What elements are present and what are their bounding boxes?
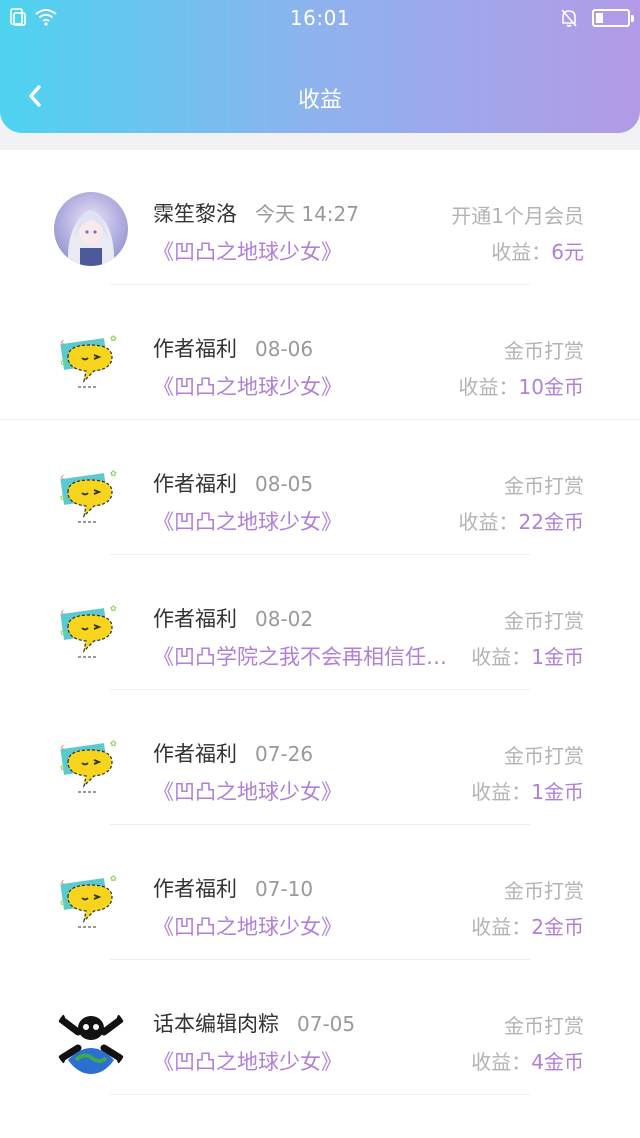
name-line: 作者福利 07-10 xyxy=(153,873,313,903)
anime-girl-avatar xyxy=(54,192,128,266)
earning-amount-line: 收益：1金币 xyxy=(471,776,584,805)
name-line: 作者福利 07-26 xyxy=(153,738,313,768)
header-bar: 16:01 收益 xyxy=(0,0,640,133)
svg-text:✕: ✕ xyxy=(58,878,65,887)
timestamp: 08-05 xyxy=(255,472,314,496)
svg-text:✿: ✿ xyxy=(110,604,117,613)
earning-type: 金币打赏 xyxy=(504,339,584,363)
earning-amount-line: 收益：2金币 xyxy=(471,911,584,940)
work-title[interactable]: 《凹凸之地球少女》 xyxy=(153,911,342,941)
earning-amount-line: 收益：22金币 xyxy=(459,506,584,535)
earning-amount: 1金币 xyxy=(531,645,584,669)
name-line: 霂笙黎洛 今天 14:27 xyxy=(153,198,359,228)
svg-text:✿: ✿ xyxy=(110,739,117,748)
list-item[interactable]: 霂笙黎洛 今天 14:27 《凹凸之地球少女》 开通1个月会员 收益：6元 xyxy=(0,150,640,285)
yellow-chat-bubble-avatar: ✿ ✕ ✿ xyxy=(54,462,128,536)
status-bar: 16:01 xyxy=(0,0,640,36)
user-name: 作者福利 xyxy=(153,877,237,901)
battery-icon xyxy=(592,9,634,27)
list-item[interactable]: ✿ ✕ ✿ 作者福利 08-05 《凹凸之地球少女》 金币打赏 收益：22金币 xyxy=(0,420,640,555)
earning-amount-line: 收益：1金币 xyxy=(471,641,584,670)
earning-amount-line: 收益：6元 xyxy=(491,236,584,265)
work-title[interactable]: 《凹凸之地球少女》 xyxy=(153,236,342,266)
svg-text:✕: ✕ xyxy=(58,338,65,347)
earning-amount: 22金币 xyxy=(518,510,584,534)
earning-amount-line: 收益：10金币 xyxy=(459,371,584,400)
divider xyxy=(110,1094,530,1095)
list-item[interactable]: 话本编辑肉粽 07-05 《凹凸之地球少女》 金币打赏 收益：4金币 xyxy=(0,960,640,1095)
timestamp: 08-06 xyxy=(255,337,314,361)
user-name: 作者福利 xyxy=(153,742,237,766)
page-title: 收益 xyxy=(297,88,342,113)
svg-text:✕: ✕ xyxy=(58,608,65,617)
user-name: 话本编辑肉粽 xyxy=(153,1012,279,1036)
yellow-chat-bubble-avatar: ✿ ✕ ✿ xyxy=(54,732,128,806)
svg-text:✿: ✿ xyxy=(60,494,66,502)
list-item[interactable]: ✿ ✕ ✿ 作者福利 07-10 《凹凸之地球少女》 金币打赏 收益：2金币 xyxy=(0,825,640,960)
work-title[interactable]: 《凹凸之地球少女》 xyxy=(153,1046,342,1076)
work-title[interactable]: 《凹凸之地球少女》 xyxy=(153,506,342,536)
svg-text:✿: ✿ xyxy=(110,469,117,478)
timestamp: 07-10 xyxy=(255,877,314,901)
name-line: 话本编辑肉粽 07-05 xyxy=(153,1008,355,1038)
earning-label: 收益： xyxy=(458,510,519,534)
timestamp: 今天 14:27 xyxy=(255,202,359,226)
timestamp: 07-26 xyxy=(255,742,314,766)
earning-amount-line: 收益：4金币 xyxy=(471,1046,584,1075)
earning-label: 收益： xyxy=(491,240,552,264)
svg-text:✿: ✿ xyxy=(60,899,66,907)
user-name: 作者福利 xyxy=(153,472,237,496)
status-right-icons xyxy=(560,8,634,28)
earning-amount: 1金币 xyxy=(531,780,584,804)
timestamp: 08-02 xyxy=(255,607,314,631)
svg-text:✿: ✿ xyxy=(110,334,117,343)
svg-text:✕: ✕ xyxy=(58,743,65,752)
earning-amount: 4金币 xyxy=(531,1050,584,1074)
bell-muted-icon xyxy=(561,9,577,27)
yellow-chat-bubble-avatar: ✿ ✕ ✿ xyxy=(54,597,128,671)
user-name: 作者福利 xyxy=(153,607,237,631)
earth-skull-avatar xyxy=(54,1002,128,1076)
list-item[interactable]: ✿ ✕ ✿ 作者福利 08-06 《凹凸之地球少女》 金币打赏 收益：10金币 xyxy=(0,285,640,420)
timestamp: 07-05 xyxy=(297,1012,356,1036)
work-title[interactable]: 《凹凸之地球少女》 xyxy=(153,776,342,806)
user-name: 霂笙黎洛 xyxy=(153,202,237,226)
earning-type: 金币打赏 xyxy=(504,879,584,903)
earning-type: 金币打赏 xyxy=(504,609,584,633)
name-line: 作者福利 08-06 xyxy=(153,333,313,363)
user-name: 作者福利 xyxy=(153,337,237,361)
earning-label: 收益： xyxy=(471,1050,532,1074)
name-line: 作者福利 08-02 xyxy=(153,603,313,633)
earning-type: 金币打赏 xyxy=(504,744,584,768)
work-title[interactable]: 《凹凸之地球少女》 xyxy=(153,371,342,401)
earnings-list: 霂笙黎洛 今天 14:27 《凹凸之地球少女》 开通1个月会员 收益：6元 ✿ ✕… xyxy=(0,150,640,1138)
earning-label: 收益： xyxy=(471,915,532,939)
svg-text:✿: ✿ xyxy=(60,629,66,637)
yellow-chat-bubble-avatar: ✿ ✕ ✿ xyxy=(54,327,128,401)
earning-amount: 6元 xyxy=(551,240,584,264)
work-title[interactable]: 《凹凸学院之我不会再相信任… xyxy=(153,641,447,671)
yellow-chat-bubble-avatar: ✿ ✕ ✿ xyxy=(54,867,128,941)
earning-type: 金币打赏 xyxy=(504,1014,584,1038)
svg-text:✿: ✿ xyxy=(110,874,117,883)
svg-text:✿: ✿ xyxy=(60,359,66,367)
earning-label: 收益： xyxy=(471,645,532,669)
list-item[interactable]: ✿ ✕ ✿ 作者福利 08-02 《凹凸学院之我不会再相信任… 金币打赏 收益：1金… xyxy=(0,555,640,690)
list-item[interactable]: ✿ ✕ ✿ 作者福利 07-26 《凹凸之地球少女》 金币打赏 收益：1金币 xyxy=(0,690,640,825)
earning-amount: 2金币 xyxy=(531,915,584,939)
svg-text:✕: ✕ xyxy=(58,473,65,482)
status-time: 16:01 xyxy=(289,6,351,30)
svg-text:✿: ✿ xyxy=(60,764,66,772)
earning-type: 开通1个月会员 xyxy=(451,204,584,228)
earning-label: 收益： xyxy=(471,780,532,804)
earning-amount: 10金币 xyxy=(518,375,584,399)
earning-label: 收益： xyxy=(458,375,519,399)
earning-type: 金币打赏 xyxy=(504,474,584,498)
name-line: 作者福利 08-05 xyxy=(153,468,313,498)
